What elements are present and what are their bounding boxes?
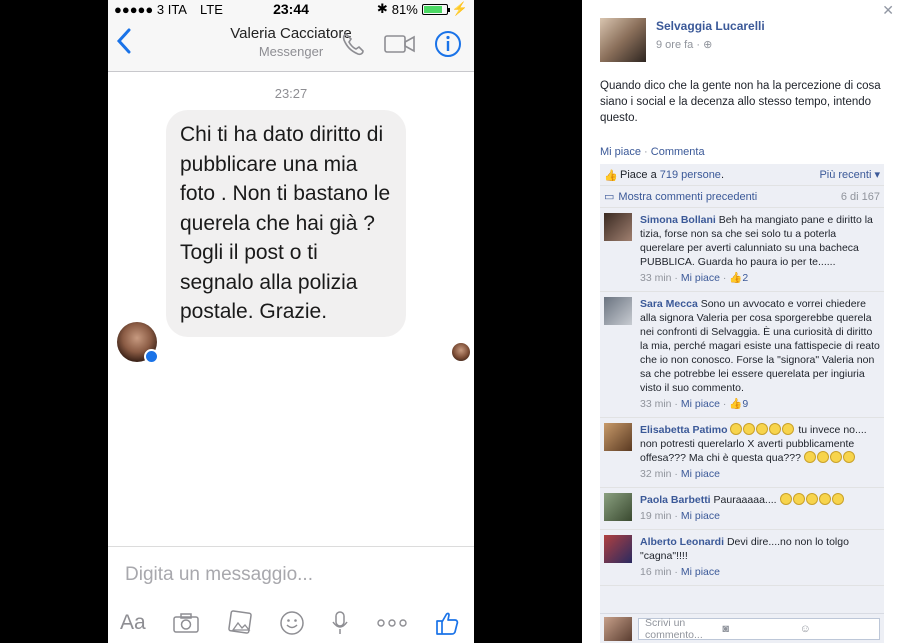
comment-like-link[interactable]: Mi piace	[681, 398, 720, 410]
comment-time[interactable]: 33 min	[640, 272, 672, 284]
sort-label: Più recenti	[819, 169, 872, 181]
messenger-screen: ●●●●● 3 ITA LTE 23:44 ✱ 81% ⚡ Valeria Ca…	[108, 0, 474, 643]
emoji-row	[730, 423, 795, 436]
video-call-icon[interactable]	[384, 33, 416, 55]
likes-summary: 👍 Piace a 719 persone. Più recenti ▾	[600, 164, 884, 186]
battery-level	[423, 5, 442, 13]
camera-icon[interactable]	[172, 612, 200, 634]
like-link[interactable]: Mi piace	[600, 146, 641, 158]
likes-count-link[interactable]: 719 persone	[660, 169, 721, 181]
like-icon[interactable]	[434, 610, 460, 636]
emoji-icon[interactable]	[279, 610, 305, 636]
close-icon[interactable]: ✕	[882, 2, 894, 19]
commenter-avatar[interactable]	[604, 213, 632, 241]
gallery-icon[interactable]	[226, 609, 253, 636]
post-author[interactable]: Selvaggia Lucarelli	[656, 19, 765, 33]
comment-text: Sono un avvocato e vorrei chiedere alla …	[640, 298, 880, 394]
commenter-name[interactable]: Simona Bollani	[640, 214, 716, 226]
commenter-name[interactable]: Elisabetta Patimo	[640, 424, 728, 436]
comment-like-count[interactable]: 👍2	[729, 272, 748, 284]
commenter-avatar[interactable]	[604, 493, 632, 521]
comment-link[interactable]: Commenta	[651, 146, 705, 158]
info-icon[interactable]	[434, 30, 462, 58]
comments-range: 6 di 167	[840, 190, 880, 203]
comment-like-link[interactable]: Mi piace	[681, 510, 720, 522]
emoji-icon[interactable]: ☺	[800, 623, 873, 635]
post-text: Quando dico che la gente non ha la perce…	[600, 80, 881, 124]
facebook-post-panel: ✕ Selvaggia Lucarelli 9 ore fa · ⊕ Quand…	[582, 0, 900, 643]
comment-item: Paola Barbetti Pauraaaaa.... 19 min · Mi…	[600, 488, 884, 530]
phone-call-icon[interactable]	[340, 31, 366, 57]
commenter-name[interactable]: Sara Mecca	[640, 298, 698, 310]
more-icon[interactable]	[376, 618, 408, 628]
likes-prefix: Piace a	[620, 168, 657, 181]
previous-comments-row[interactable]: ▭ Mostra commenti precedenti 6 di 167	[600, 186, 884, 208]
comment-time[interactable]: 33 min	[640, 398, 672, 410]
message-thread: 23:27 Chi ti ha dato diritto di pubblica…	[108, 72, 474, 546]
text-format-button[interactable]: Aa	[120, 611, 146, 635]
comment-time[interactable]: 19 min	[640, 510, 672, 522]
comment-item: Elisabetta Patimo tu invece no.... non p…	[600, 418, 884, 488]
clock: 23:44	[273, 1, 309, 17]
comment-item: Sara Mecca Sono un avvocato e vorrei chi…	[600, 292, 884, 418]
comment-time[interactable]: 32 min	[640, 468, 672, 480]
thumbs-up-icon: 👍	[604, 169, 618, 182]
comment-bubble-icon: ▭	[604, 191, 615, 203]
conversation-header: Valeria Cacciatore Messenger	[108, 18, 474, 72]
commenter-name[interactable]: Paola Barbetti	[640, 494, 711, 506]
commenter-name[interactable]: Alberto Leonardi	[640, 536, 724, 548]
comment-item: Simona Bollani Beh ha mangiato pane e di…	[600, 208, 884, 292]
microphone-icon[interactable]	[331, 610, 349, 636]
emoji-row	[779, 493, 845, 506]
sort-dropdown[interactable]: Più recenti ▾	[819, 168, 880, 181]
message-input[interactable]: Digita un messaggio...	[108, 547, 474, 601]
camera-icon[interactable]: ◙	[722, 623, 795, 635]
battery-icon	[421, 3, 450, 15]
comment-input[interactable]: Scrivi un commento... ◙ ☺	[638, 616, 880, 641]
like-count: 2	[742, 272, 749, 284]
comments-box: 👍 Piace a 719 persone. Più recenti ▾ ▭ M…	[600, 164, 884, 643]
emoji-row	[803, 451, 856, 464]
comment-like-link[interactable]: Mi piace	[681, 566, 720, 578]
comment-placeholder: Scrivi un commento...	[645, 616, 703, 641]
comment-like-link[interactable]: Mi piace	[681, 272, 720, 284]
like-count: 9	[742, 398, 749, 410]
comment-like-count[interactable]: 👍9	[729, 398, 748, 410]
read-receipt-avatar	[452, 343, 470, 361]
commenter-avatar[interactable]	[604, 297, 632, 325]
show-previous-comments[interactable]: Mostra commenti precedenti	[618, 191, 757, 203]
status-bar: ●●●●● 3 ITA LTE 23:44 ✱ 81% ⚡	[108, 0, 474, 18]
comment-text: Pauraaaaa....	[713, 494, 777, 506]
comment-like-link[interactable]: Mi piace	[681, 468, 720, 480]
messenger-badge-icon	[144, 349, 159, 364]
viewer-avatar	[604, 616, 632, 641]
post-time[interactable]: 9 ore fa ·	[656, 39, 700, 51]
message-composer: Digita un messaggio... Aa	[108, 546, 474, 643]
comment-item: Alberto Leonardi Devi dire....no non lo …	[600, 530, 884, 586]
comment-writer: Scrivi un commento... ◙ ☺	[600, 613, 884, 643]
comment-time[interactable]: 16 min	[640, 566, 672, 578]
incoming-message-bubble[interactable]: Chi ti ha dato diritto di pubblicare una…	[166, 110, 406, 337]
globe-icon: ⊕	[703, 39, 713, 51]
message-timestamp: 23:27	[274, 86, 308, 101]
commenter-avatar[interactable]	[604, 423, 632, 451]
commenter-avatar[interactable]	[604, 535, 632, 563]
author-avatar[interactable]	[600, 18, 646, 62]
